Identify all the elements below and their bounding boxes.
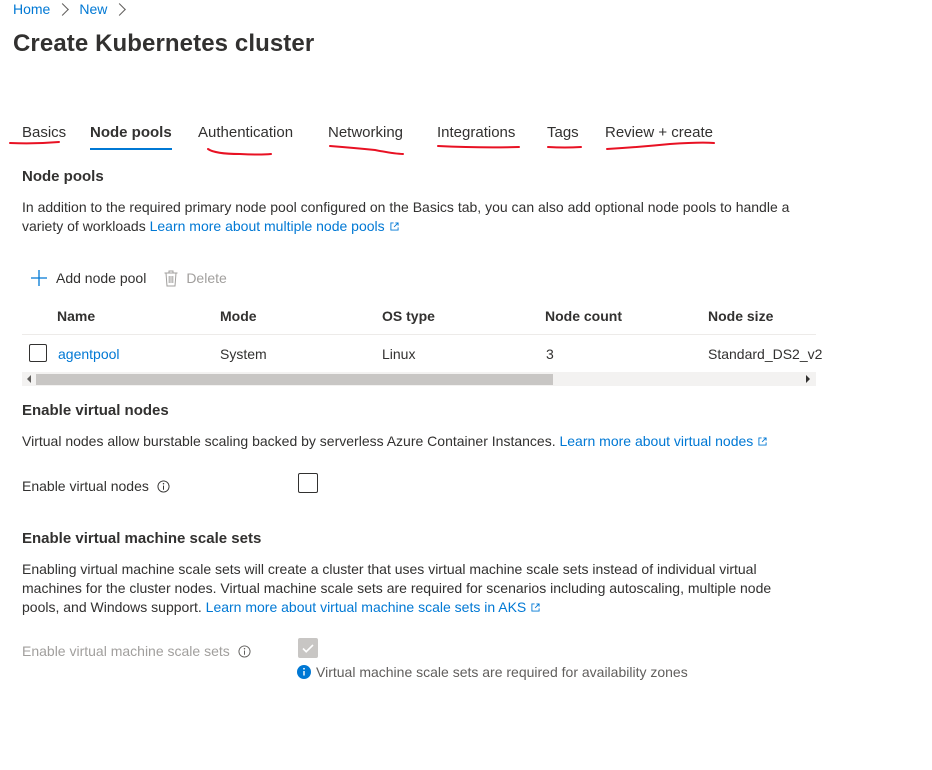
learn-more-node-pools-link[interactable]: Learn more about multiple node pools: [150, 218, 399, 234]
virtual-nodes-heading: Enable virtual nodes: [22, 402, 169, 419]
chevron-right-icon: [113, 2, 127, 16]
page-title: Create Kubernetes cluster: [13, 30, 315, 57]
learn-more-virtual-nodes-text: Learn more about virtual nodes: [559, 433, 754, 449]
delete-button[interactable]: Delete: [164, 270, 227, 287]
add-node-pool-button[interactable]: Add node pool: [30, 269, 146, 287]
node-pool-node-count: 3: [546, 346, 554, 362]
external-link-icon: [390, 222, 399, 231]
learn-more-vmss-text: Learn more about virtual machine scale s…: [205, 599, 527, 615]
column-header-node-count[interactable]: Node count: [545, 308, 622, 324]
column-header-os-type[interactable]: OS type: [382, 308, 435, 324]
virtual-nodes-description: Virtual nodes allow burstable scaling ba…: [22, 432, 902, 451]
checkmark-icon: [302, 644, 314, 653]
annotation-underline-integrations: [437, 145, 520, 149]
vmss-hint-text: Virtual machine scale sets are required …: [316, 664, 688, 680]
learn-more-node-pools-text: Learn more about multiple node pools: [149, 218, 385, 234]
node-pool-mode: System: [220, 346, 267, 362]
scroll-left-arrow-icon[interactable]: [27, 375, 31, 383]
annotation-underline-review: [606, 141, 715, 150]
trash-icon: [164, 270, 178, 286]
virtual-nodes-description-text: Virtual nodes allow burstable scaling ba…: [22, 433, 560, 449]
column-header-mode[interactable]: Mode: [220, 308, 257, 324]
learn-more-virtual-nodes-link[interactable]: Learn more about virtual nodes: [559, 433, 767, 449]
tab-tags[interactable]: Tags: [547, 124, 579, 141]
node-pool-name-link[interactable]: agentpool: [58, 346, 120, 362]
node-pool-node-size: Standard_DS2_v2: [708, 346, 823, 362]
vmss-heading: Enable virtual machine scale sets: [22, 530, 262, 547]
node-pools-heading: Node pools: [22, 168, 104, 185]
tab-authentication[interactable]: Authentication: [198, 124, 293, 141]
tab-networking[interactable]: Networking: [328, 124, 403, 141]
add-node-pool-label: Add node pool: [56, 270, 147, 286]
node-pool-toolbar: Add node pool Delete: [30, 267, 227, 289]
enable-virtual-nodes-checkbox[interactable]: [298, 473, 318, 493]
enable-vmss-label: Enable virtual machine scale sets: [22, 643, 251, 659]
table-row[interactable]: agentpool System Linux 3 Standard_DS2_v2: [22, 336, 822, 372]
external-link-icon: [531, 603, 540, 612]
annotation-underline-basics: [9, 141, 60, 145]
vmss-hint: Virtual machine scale sets are required …: [297, 664, 688, 680]
external-link-icon: [758, 437, 767, 446]
enable-vmss-text: Enable virtual machine scale sets: [22, 643, 230, 659]
row-select-checkbox[interactable]: [29, 344, 47, 362]
info-filled-icon: [297, 665, 311, 679]
annotation-underline-authentication: [207, 148, 272, 156]
annotation-underline-tags: [547, 146, 582, 149]
scroll-thumb[interactable]: [36, 374, 553, 385]
info-icon[interactable]: [238, 644, 251, 658]
column-header-node-size[interactable]: Node size: [708, 308, 773, 324]
annotation-underline-networking: [329, 145, 404, 155]
enable-vmss-checkbox: [298, 638, 318, 658]
breadcrumb-new[interactable]: New: [79, 1, 107, 17]
tab-review-create[interactable]: Review + create: [605, 124, 713, 141]
breadcrumb-home[interactable]: Home: [13, 1, 50, 17]
node-pool-table: Name Mode OS type Node count Node size: [22, 300, 816, 335]
column-header-name[interactable]: Name: [57, 308, 95, 324]
tab-basics[interactable]: Basics: [22, 124, 66, 141]
tab-integrations[interactable]: Integrations: [437, 124, 515, 141]
chevron-right-icon: [56, 2, 70, 16]
node-pool-os-type: Linux: [382, 346, 416, 362]
tab-node-pools[interactable]: Node pools: [90, 124, 172, 150]
enable-virtual-nodes-label: Enable virtual nodes: [22, 478, 170, 494]
delete-label: Delete: [186, 270, 227, 286]
scroll-right-arrow-icon[interactable]: [806, 375, 810, 383]
learn-more-vmss-link[interactable]: Learn more about virtual machine scale s…: [206, 599, 541, 615]
node-pools-description-text: In addition to the required primary node…: [22, 199, 790, 234]
node-pools-description: In addition to the required primary node…: [22, 198, 822, 236]
table-header: Name Mode OS type Node count Node size: [22, 300, 816, 335]
info-icon[interactable]: [157, 479, 170, 493]
table-horizontal-scrollbar[interactable]: [22, 372, 816, 386]
breadcrumb: Home New: [13, 1, 130, 17]
enable-virtual-nodes-text: Enable virtual nodes: [22, 478, 149, 494]
plus-icon: [31, 270, 47, 286]
vmss-description: Enabling virtual machine scale sets will…: [22, 560, 812, 617]
